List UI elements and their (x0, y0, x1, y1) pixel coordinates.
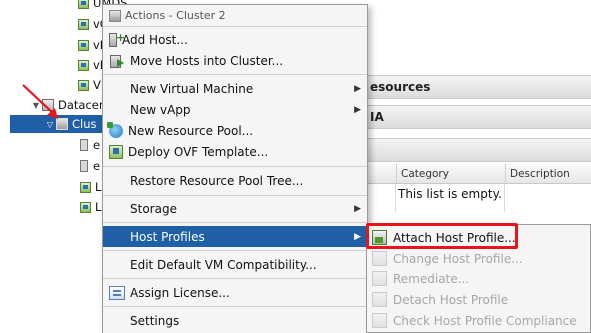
menu-item-host-profiles[interactable]: Host Profiles ▶ (103, 226, 367, 247)
add-host-icon (109, 31, 125, 47)
change-host-profile-icon (372, 251, 387, 266)
vm-icon (80, 181, 91, 193)
vm-icon (78, 39, 89, 51)
panel-toolbar (368, 138, 591, 162)
menu-separator (103, 250, 367, 251)
menu-item-storage[interactable]: Storage ▶ (103, 198, 367, 219)
vm-icon (80, 201, 91, 213)
resources-section-header[interactable]: esources (368, 75, 591, 99)
menu-separator (103, 195, 367, 196)
vm-icon (78, 79, 89, 91)
menu-separator (103, 278, 367, 279)
move-hosts-icon (109, 54, 125, 68)
license-icon (109, 285, 125, 300)
menu-separator (103, 222, 367, 223)
empty-list-message: This list is empty. (398, 187, 502, 201)
menu-item-deploy-ovf[interactable]: Deploy OVF Template... (103, 141, 367, 162)
column-header-description[interactable]: Description (505, 164, 591, 183)
cluster-icon (109, 9, 121, 22)
actions-context-menu: Actions - Cluster 2 Add Host... Move Hos… (102, 4, 368, 333)
tree-item-host[interactable]: e (80, 136, 100, 154)
grid-column-divider (395, 184, 396, 212)
remediate-icon (372, 271, 387, 286)
submenu-arrow-icon: ▶ (354, 203, 361, 214)
menu-item-new-virtual-machine[interactable]: New Virtual Machine ▶ (103, 78, 367, 99)
vm-icon (78, 0, 89, 9)
submenu-item-remediate: Remediate... (367, 268, 590, 289)
menu-item-restore-resource-pool-tree[interactable]: Restore Resource Pool Tree... (103, 170, 367, 191)
menu-item-edit-default-vm-compatibility[interactable]: Edit Default VM Compatibility... (103, 254, 367, 275)
submenu-item-check-compliance: Check Host Profile Compliance (367, 310, 590, 331)
menu-item-move-hosts[interactable]: Move Hosts into Cluster... (103, 50, 367, 71)
host-profiles-submenu: Attach Host Profile... Change Host Profi… (366, 224, 591, 333)
menu-title: Actions - Cluster 2 (103, 5, 367, 27)
menu-separator (103, 74, 367, 75)
detach-host-profile-icon (372, 292, 387, 307)
grid-header-spacer (368, 164, 396, 183)
tree-item-vm[interactable]: L (80, 198, 101, 216)
host-icon (80, 139, 88, 151)
attach-host-profile-icon (372, 230, 387, 245)
submenu-item-attach-host-profile[interactable]: Attach Host Profile... (367, 227, 590, 248)
ha-section-header[interactable]: IA (368, 105, 591, 129)
check-compliance-icon (372, 313, 387, 328)
tree-item-vm[interactable]: V (78, 76, 101, 94)
grid-column-divider (504, 184, 505, 212)
vm-icon (78, 18, 89, 30)
menu-item-assign-license[interactable]: Assign License... (103, 282, 367, 303)
menu-item-add-host[interactable]: Add Host... (103, 29, 367, 50)
ovf-icon (109, 144, 123, 159)
menu-item-settings[interactable]: Settings (103, 310, 367, 331)
column-header-category[interactable]: Category (396, 164, 505, 183)
submenu-item-change-host-profile: Change Host Profile... (367, 248, 590, 269)
menu-item-new-resource-pool[interactable]: New Resource Pool... (103, 120, 367, 141)
vm-icon (78, 59, 89, 71)
menu-separator (103, 166, 367, 167)
grid-header: Category Description (368, 164, 591, 184)
tree-item-host[interactable]: e (80, 157, 100, 175)
submenu-arrow-icon: ▶ (354, 104, 361, 115)
submenu-arrow-icon: ▶ (354, 83, 361, 94)
host-icon (80, 160, 88, 172)
annotation-arrow-icon (22, 84, 58, 119)
resource-pool-icon (107, 121, 123, 138)
submenu-item-detach-host-profile: Detach Host Profile (367, 289, 590, 310)
inventory-tree: UMDS vC vR vR V ▼ Datacer ▽ Clus e e L L (0, 0, 128, 333)
menu-separator (103, 306, 367, 307)
submenu-arrow-icon: ▶ (354, 231, 361, 242)
tree-item-vm[interactable]: L (80, 178, 101, 196)
menu-item-new-vapp[interactable]: New vApp ▶ (103, 99, 367, 120)
